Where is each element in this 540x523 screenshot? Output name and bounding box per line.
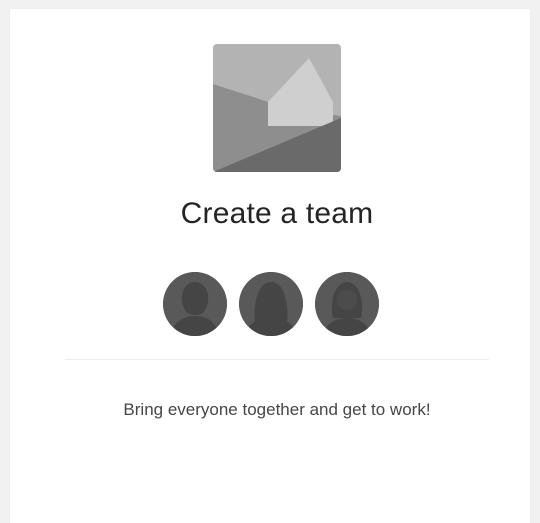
team-image-placeholder-icon	[213, 44, 341, 172]
create-team-card[interactable]: Create a team Bring everyone together an…	[10, 9, 530, 523]
person-avatar-icon	[315, 272, 379, 336]
person-avatar-icon	[163, 272, 227, 336]
card-description: Bring everyone together and get to work!	[123, 400, 431, 419]
divider	[65, 359, 489, 360]
person-avatar-icon	[239, 272, 303, 336]
card-title: Create a team	[180, 197, 374, 230]
avatar-group	[163, 272, 385, 338]
